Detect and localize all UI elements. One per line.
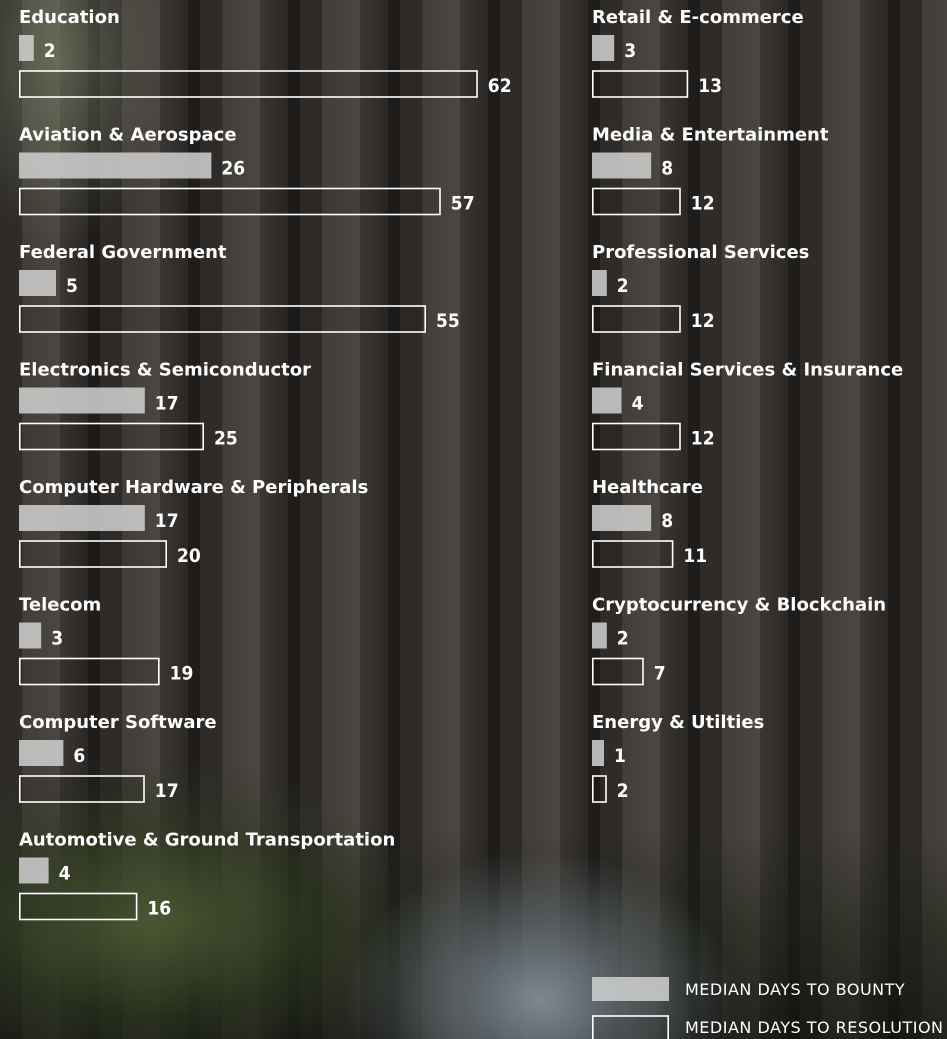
category-label: Telecom <box>19 595 101 616</box>
resolution-bar <box>591 540 674 568</box>
bounty-value-label: 26 <box>221 158 245 180</box>
resolution-bar <box>18 775 145 803</box>
bounty-bar <box>592 622 607 649</box>
resolution-value-label: 12 <box>691 428 715 450</box>
resolution-value-label: 19 <box>170 663 194 685</box>
resolution-bar <box>18 187 441 216</box>
resolution-bar <box>591 70 689 98</box>
resolution-value-label: 2 <box>617 780 629 802</box>
legend-bounty-label: MEDIAN DAYS TO BOUNTY <box>685 980 905 999</box>
category-label: Computer Software <box>19 712 217 733</box>
category-label: Education <box>19 7 120 28</box>
bounty-bar <box>592 505 652 531</box>
category-label: Cryptocurrency & Blockchain <box>592 595 886 616</box>
bounty-value-label: 8 <box>661 158 673 180</box>
bounty-value-label: 4 <box>632 393 644 415</box>
resolution-value-label: 25 <box>214 428 238 450</box>
resolution-value-label: 12 <box>691 193 715 215</box>
bounty-bar <box>19 270 56 296</box>
category-label: Retail & E-commerce <box>592 7 804 28</box>
bounty-bar <box>19 35 34 61</box>
resolution-value-label: 13 <box>698 75 722 97</box>
bounty-value-label: 1 <box>614 745 626 767</box>
bounty-bar <box>592 740 604 766</box>
resolution-bar <box>591 422 681 451</box>
resolution-value-label: 7 <box>654 663 666 685</box>
bounty-bar <box>592 152 652 179</box>
bounty-value-label: 4 <box>59 863 71 885</box>
resolution-bar <box>591 187 681 216</box>
bounty-value-label: 2 <box>617 275 629 297</box>
category-label: Financial Services & Insurance <box>592 360 903 381</box>
bounty-value-label: 2 <box>44 40 56 62</box>
resolution-bar <box>18 305 426 333</box>
resolution-bar <box>18 422 204 451</box>
category-label: Electronics & Semiconductor <box>19 360 311 381</box>
resolution-value-label: 16 <box>147 898 171 920</box>
bounty-bar <box>592 387 622 414</box>
resolution-bar <box>591 657 644 686</box>
resolution-value-label: 17 <box>155 780 179 802</box>
bounty-value-label: 3 <box>51 628 63 650</box>
industry-bar-chart: Education262Aviation & Aerospace2657Fede… <box>18 7 944 1039</box>
resolution-bar <box>18 657 160 686</box>
bounty-bar <box>592 270 607 296</box>
category-label: Computer Hardware & Peripherals <box>19 477 368 498</box>
bounty-bar <box>19 857 49 884</box>
category-label: Professional Services <box>592 242 809 263</box>
bounty-bar <box>19 740 64 766</box>
category-label: Media & Entertainment <box>592 125 829 146</box>
resolution-value-label: 12 <box>691 310 715 332</box>
bounty-value-label: 6 <box>73 745 85 767</box>
bounty-value-label: 2 <box>617 628 629 650</box>
resolution-value-label: 20 <box>177 545 201 567</box>
category-label: Healthcare <box>592 477 703 498</box>
resolution-value-label: 57 <box>451 193 475 215</box>
legend-resolution-label: MEDIAN DAYS TO RESOLUTION <box>685 1018 944 1037</box>
resolution-value-label: 11 <box>683 545 707 567</box>
resolution-bar <box>18 892 138 921</box>
category-label: Energy & Utilties <box>592 712 764 733</box>
resolution-bar <box>18 70 478 98</box>
category-label: Aviation & Aerospace <box>19 125 237 146</box>
resolution-value-label: 62 <box>488 75 512 97</box>
category-label: Federal Government <box>19 242 227 263</box>
bounty-bar <box>19 505 145 531</box>
legend-resolution-swatch <box>591 1015 669 1039</box>
category-label: Automotive & Ground Transportation <box>19 830 395 851</box>
bounty-value-label: 17 <box>155 393 179 415</box>
bounty-bar <box>19 387 145 414</box>
bounty-value-label: 3 <box>624 40 636 62</box>
bounty-bar <box>19 622 42 649</box>
resolution-bar <box>591 775 607 803</box>
resolution-value-label: 55 <box>436 310 460 332</box>
resolution-bar <box>591 305 681 333</box>
bounty-bar <box>592 35 615 61</box>
resolution-bar <box>18 540 167 568</box>
legend-bounty-swatch <box>592 977 669 1001</box>
bounty-value-label: 5 <box>66 275 78 297</box>
bounty-value-label: 17 <box>155 510 179 532</box>
bounty-bar <box>19 152 212 179</box>
bounty-value-label: 8 <box>661 510 673 532</box>
